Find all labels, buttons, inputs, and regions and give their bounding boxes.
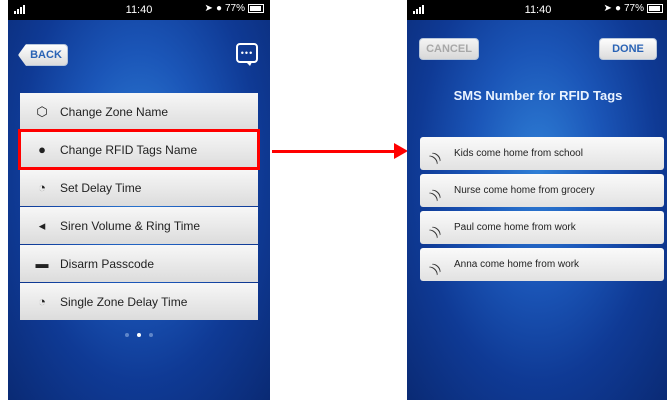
- speaker-icon: ◂: [38, 217, 46, 233]
- status-bar: 11:40 ➤ ● 77%: [407, 0, 667, 20]
- transition-arrow-line: [272, 150, 396, 153]
- transition-arrow-head: [394, 143, 408, 159]
- rfid-signal-icon: )): [427, 148, 443, 165]
- settings-screen: 11:40 ➤ ● 77% BACK ••• ⬡ Change Zone Nam…: [8, 0, 270, 400]
- location-icon: ➤: [603, 3, 612, 14]
- page-dot[interactable]: [125, 333, 129, 337]
- menu-item-label: Change RFID Tags Name: [60, 142, 198, 157]
- menu-item-label: Set Delay Time: [60, 180, 142, 195]
- menu-item-set-delay-time[interactable]: ◔ Set Delay Time: [20, 169, 258, 206]
- zone-icon: ⬡: [36, 103, 48, 119]
- battery-percent: 77%: [623, 3, 644, 14]
- list-item[interactable]: )) Paul come home from work: [420, 211, 664, 244]
- settings-menu: ⬡ Change Zone Name ● Change RFID Tags Na…: [18, 93, 260, 321]
- bluetooth-icon: ●: [215, 3, 222, 14]
- tag-label: Nurse come home from grocery: [454, 185, 595, 196]
- menu-item-label: Change Zone Name: [60, 104, 169, 119]
- tag-label: Paul come home from work: [454, 222, 576, 233]
- list-item[interactable]: )) Nurse come home from grocery: [420, 174, 664, 207]
- rfid-signal-icon: )): [427, 222, 443, 239]
- menu-item-siren-volume[interactable]: ◂ Siren Volume & Ring Time: [20, 207, 258, 244]
- back-button[interactable]: BACK: [18, 44, 68, 66]
- rfid-tag-list: )) Kids come home from school )) Nurse c…: [420, 137, 664, 285]
- list-item[interactable]: )) Kids come home from school: [420, 137, 664, 170]
- done-button[interactable]: DONE: [599, 38, 657, 60]
- menu-item-label: Single Zone Delay Time: [60, 294, 188, 309]
- menu-item-label: Siren Volume & Ring Time: [60, 218, 201, 233]
- location-icon: ➤: [204, 3, 213, 14]
- tag-label: Anna come home from work: [454, 259, 580, 270]
- page-dot[interactable]: [149, 333, 153, 337]
- chat-bubble-icon[interactable]: •••: [236, 43, 258, 66]
- menu-item-label: Disarm Passcode: [60, 256, 155, 271]
- status-right: ➤ ● 77%: [205, 3, 264, 14]
- menu-item-single-zone-delay[interactable]: ◔ Single Zone Delay Time: [20, 283, 258, 320]
- list-item[interactable]: )) Anna come home from work: [420, 248, 664, 281]
- battery-percent: 77%: [224, 3, 245, 14]
- rfid-signal-icon: )): [427, 185, 443, 202]
- page-dot-active[interactable]: [137, 333, 141, 337]
- page-indicator[interactable]: [8, 333, 270, 337]
- rfid-tags-screen: 11:40 ➤ ● 77% CANCEL DONE SMS Number for…: [407, 0, 667, 400]
- person-icon: ●: [38, 142, 46, 157]
- rfid-signal-icon: )): [427, 259, 443, 276]
- tag-label: Kids come home from school: [454, 148, 583, 159]
- menu-item-change-zone-name[interactable]: ⬡ Change Zone Name: [20, 93, 258, 130]
- status-bar: 11:40 ➤ ● 77%: [8, 0, 270, 20]
- status-right: ➤ ● 77%: [604, 3, 663, 14]
- clock-icon: ◔: [38, 294, 46, 309]
- page-title: SMS Number for RFID Tags: [453, 88, 623, 103]
- bluetooth-icon: ●: [614, 3, 621, 14]
- menu-item-disarm-passcode[interactable]: ▬ Disarm Passcode: [20, 245, 258, 282]
- lock-icon: ▬: [35, 256, 49, 271]
- menu-item-change-rfid-tags-name[interactable]: ● Change RFID Tags Name: [18, 129, 260, 170]
- battery-icon: [647, 4, 663, 13]
- clock-icon: ◔: [38, 180, 46, 195]
- cancel-button[interactable]: CANCEL: [419, 38, 479, 60]
- battery-icon: [248, 4, 264, 13]
